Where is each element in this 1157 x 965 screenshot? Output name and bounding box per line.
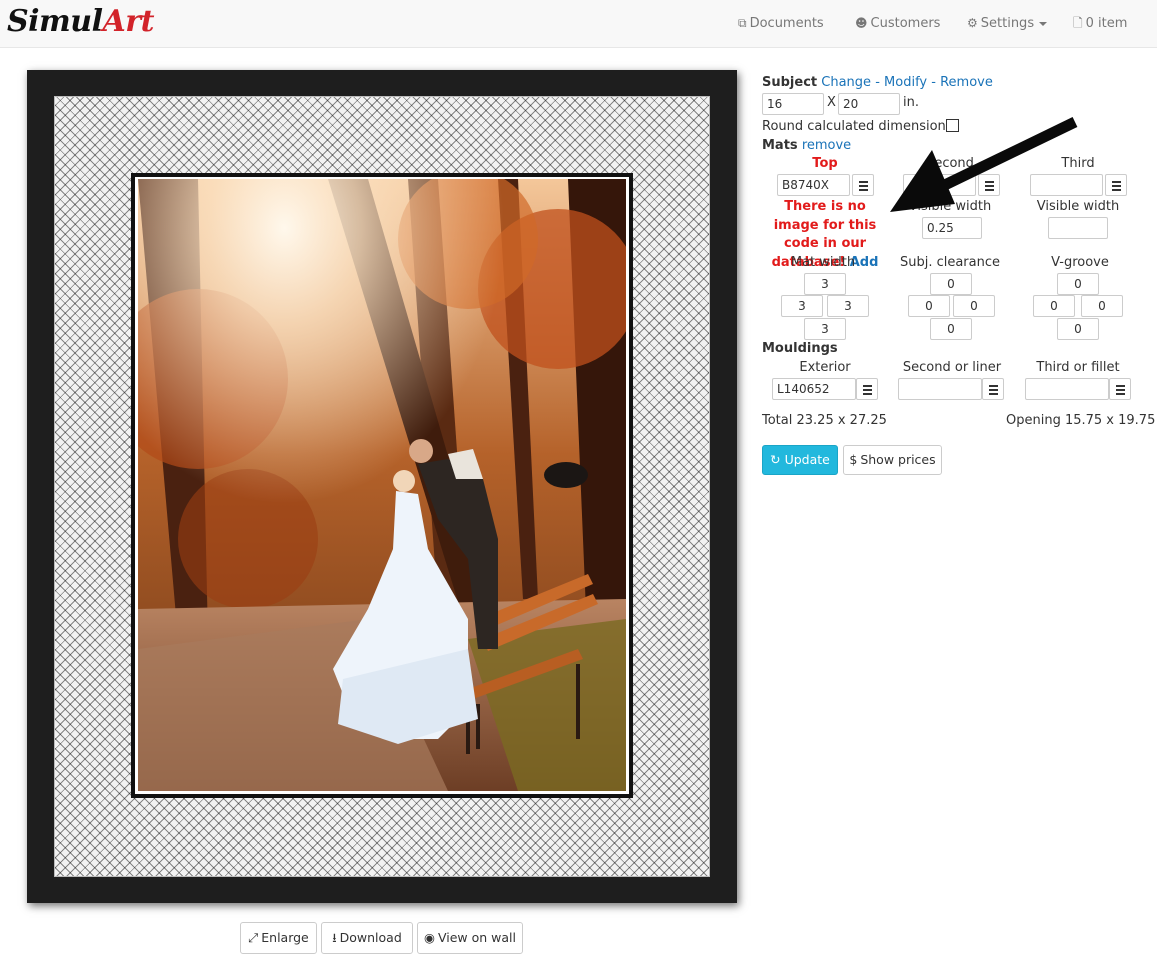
subject-width-input[interactable] [762,93,824,115]
nav-cart[interactable]: 🗋 0 item [1073,14,1127,33]
vgroove-left-input[interactable] [1033,295,1075,317]
expand-icon: ⤢ [248,930,259,945]
photo-illustration [138,179,626,791]
brand-logo[interactable]: SimulArt [7,2,154,42]
mat-third-menu-button[interactable] [1105,174,1127,196]
moulding-third-label: Third or fillet [1036,360,1120,375]
file-icon: 🗋 [1073,16,1083,30]
unit-label: in. [903,95,919,110]
mat-top-menu-button[interactable] [852,174,874,196]
mat-width-bottom-input[interactable] [804,318,846,340]
mat-top-code-input[interactable] [777,174,850,196]
list-icon-bar [859,181,868,183]
update-button[interactable]: ↻ Update [762,445,838,475]
users-icon: ☻ [855,16,868,30]
mats-label: Mats [762,138,798,153]
list-icon-bar [859,189,868,191]
nav-documents[interactable]: ⧉ Documents [738,14,824,33]
mouldings-label: Mouldings [762,341,838,356]
opening-dimensions: Opening 15.75 x 19.75 [1006,413,1156,428]
list-icon-bar [1112,181,1121,183]
list-icon-bar [1112,185,1121,187]
subj-clearance-top-input[interactable] [930,273,972,295]
vgroove-label: V-groove [1051,255,1109,270]
subject-change-link[interactable]: Change [821,75,871,90]
dollar-icon: $ [849,452,858,467]
subj-clearance-right-input[interactable] [953,295,995,317]
total-dimensions: Total 23.25 x 27.25 [762,413,887,428]
vgroove-bottom-input[interactable] [1057,318,1099,340]
moulding-exterior-input[interactable] [772,378,856,400]
mat-width-right-input[interactable] [827,295,869,317]
download-icon: ⭳ [332,930,337,945]
enlarge-button[interactable]: ⤢ Enlarge [240,922,317,954]
mat-width-top-input[interactable] [804,273,846,295]
list-icon-bar [859,185,868,187]
moulding-third-input[interactable] [1025,378,1109,400]
mat-width-label: Mat width [790,255,856,270]
moulding-second-label: Second or liner [902,360,1002,375]
chevron-down-icon [1039,21,1048,26]
subj-clearance-left-input[interactable] [908,295,950,317]
mats-row: Mats remove [762,137,851,155]
list-icon-bar [1116,389,1125,391]
view-on-wall-button[interactable]: ◉ View on wall [417,922,523,954]
list-icon-bar [989,389,998,391]
subj-clearance-label: Subj. clearance [899,255,1001,270]
list-icon-bar [1116,385,1125,387]
documents-icon: ⧉ [738,16,747,30]
mats-remove-link[interactable]: remove [802,138,851,153]
list-icon-bar [989,385,998,387]
show-prices-button[interactable]: $ Show prices [843,445,942,475]
subject-remove-link[interactable]: Remove [940,75,993,90]
subject-sep-2: - [931,75,936,90]
vgroove-right-input[interactable] [1081,295,1123,317]
moulding-second-menu-button[interactable] [982,378,1004,400]
list-icon-bar [1112,189,1121,191]
dimension-separator: X [827,95,836,110]
subject-photo [138,179,626,791]
top-navbar: SimulArt ⧉ Documents ☻ Customers ⚙ Settings… [0,0,1157,48]
inner-mat [131,173,633,798]
nav-settings[interactable]: ⚙ Settings [967,14,1048,33]
list-icon-bar [863,393,872,395]
refresh-icon: ↻ [770,452,781,467]
annotation-arrow [890,117,1078,212]
subj-clearance-bottom-input[interactable] [930,318,972,340]
moulding-exterior-label: Exterior [799,360,851,375]
moulding-second-input[interactable] [898,378,982,400]
list-icon-bar [1116,393,1125,395]
subject-row: Subject Change - Modify - Remove [762,74,993,92]
vgroove-top-input[interactable] [1057,273,1099,295]
frame-preview [27,70,737,903]
list-icon-bar [989,393,998,395]
nav-customers[interactable]: ☻ Customers [855,14,940,33]
list-icon-bar [863,385,872,387]
subject-label: Subject [762,75,818,90]
subject-modify-link[interactable]: Modify [884,75,927,90]
subject-sep-1: - [875,75,880,90]
mat-width-left-input[interactable] [781,295,823,317]
mat-col-top: Top [812,156,838,171]
download-button[interactable]: ⭳ Download [321,922,413,954]
moulding-third-menu-button[interactable] [1109,378,1131,400]
list-icon-bar [863,389,872,391]
moulding-exterior-menu-button[interactable] [856,378,878,400]
eye-icon: ◉ [424,930,435,945]
gear-icon: ⚙ [967,16,978,30]
